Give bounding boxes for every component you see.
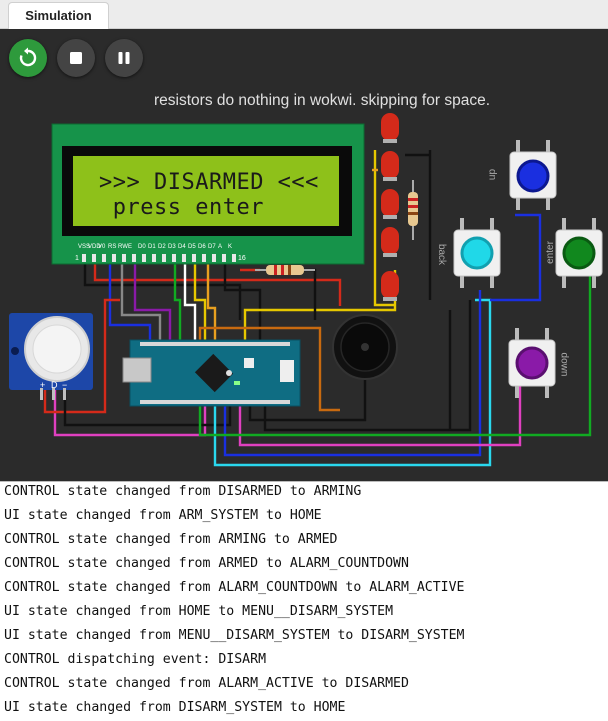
- console-line: CONTROL state changed from ARMING to ARM…: [4, 532, 338, 547]
- button-back-label: back: [436, 243, 448, 266]
- lcd-pin-label: D2: [158, 244, 166, 250]
- lcd-pin-label: RW: [118, 244, 128, 250]
- lcd-pin-number-first: 1: [75, 255, 79, 262]
- led: [381, 271, 399, 301]
- lcd-pin-label: RS: [108, 244, 117, 250]
- button-up-label: up: [487, 168, 499, 181]
- led: [381, 227, 399, 257]
- resistor-vertical: [408, 180, 418, 240]
- lcd-line-1: >>> DISARMED <<<: [99, 170, 319, 195]
- led: [381, 113, 399, 143]
- lcd-pin-label: D5: [188, 244, 196, 250]
- led: [381, 189, 399, 219]
- tab-simulation[interactable]: Simulation: [8, 2, 109, 29]
- lcd-pin-label: D0: [138, 244, 146, 250]
- lcd-pin-label: D6: [198, 244, 206, 250]
- button-enter-label: enter: [544, 241, 556, 264]
- button-enter: [555, 218, 603, 288]
- circuit-diagram: [9, 113, 603, 467]
- lcd-pin-label: D3: [168, 244, 176, 250]
- lcd-pin-label: D4: [178, 244, 186, 250]
- lcd-pin-label: E: [128, 244, 133, 250]
- lcd-line-2: press enter: [99, 195, 264, 220]
- pir-label-plus: +: [40, 380, 46, 390]
- tab-bar: Simulation: [0, 0, 608, 29]
- console-line: CONTROL state changed from DISARMED to A…: [4, 484, 362, 499]
- lcd-pin-label: V0: [98, 244, 106, 250]
- led: [381, 151, 399, 181]
- buzzer: [332, 314, 398, 380]
- console-line: CONTROL state changed from ALARM_COUNTDO…: [4, 580, 465, 595]
- pir-label-data: D: [51, 380, 58, 390]
- simulation-canvas[interactable]: resistors do nothing in wokwi. skipping …: [0, 29, 608, 481]
- button-down-label: down: [558, 352, 570, 377]
- console-line: UI state changed from HOME to MENU__DISA…: [4, 604, 394, 619]
- console-line: UI state changed from DISARM_SYSTEM to H…: [4, 700, 346, 715]
- console-line: CONTROL state changed from ALARM_ACTIVE …: [4, 676, 409, 691]
- lcd-pin-number-last: 16: [238, 255, 246, 262]
- console-line: UI state changed from MENU__DISARM_SYSTE…: [4, 628, 465, 643]
- console-line: CONTROL state changed from ARMED to ALAR…: [4, 556, 409, 571]
- lcd-pin-label: A: [218, 244, 223, 250]
- button-down: [508, 328, 556, 398]
- lcd-pin-label: D1: [148, 244, 156, 250]
- pir-label-minus: −: [62, 380, 68, 390]
- arduino-nano: [122, 339, 301, 407]
- led-column: [381, 113, 399, 301]
- serial-console[interactable]: CONTROL state changed from DISARMED to A…: [0, 481, 608, 721]
- console-line: UI state changed from ARM_SYSTEM to HOME: [4, 508, 322, 523]
- lcd-pin-label: K: [228, 244, 233, 250]
- console-line: CONTROL dispatching event: DISARM: [4, 652, 267, 667]
- resistor-horizontal: [255, 265, 315, 275]
- button-up: [509, 140, 557, 210]
- button-back: [453, 218, 501, 288]
- lcd-pin-label: D7: [208, 244, 216, 250]
